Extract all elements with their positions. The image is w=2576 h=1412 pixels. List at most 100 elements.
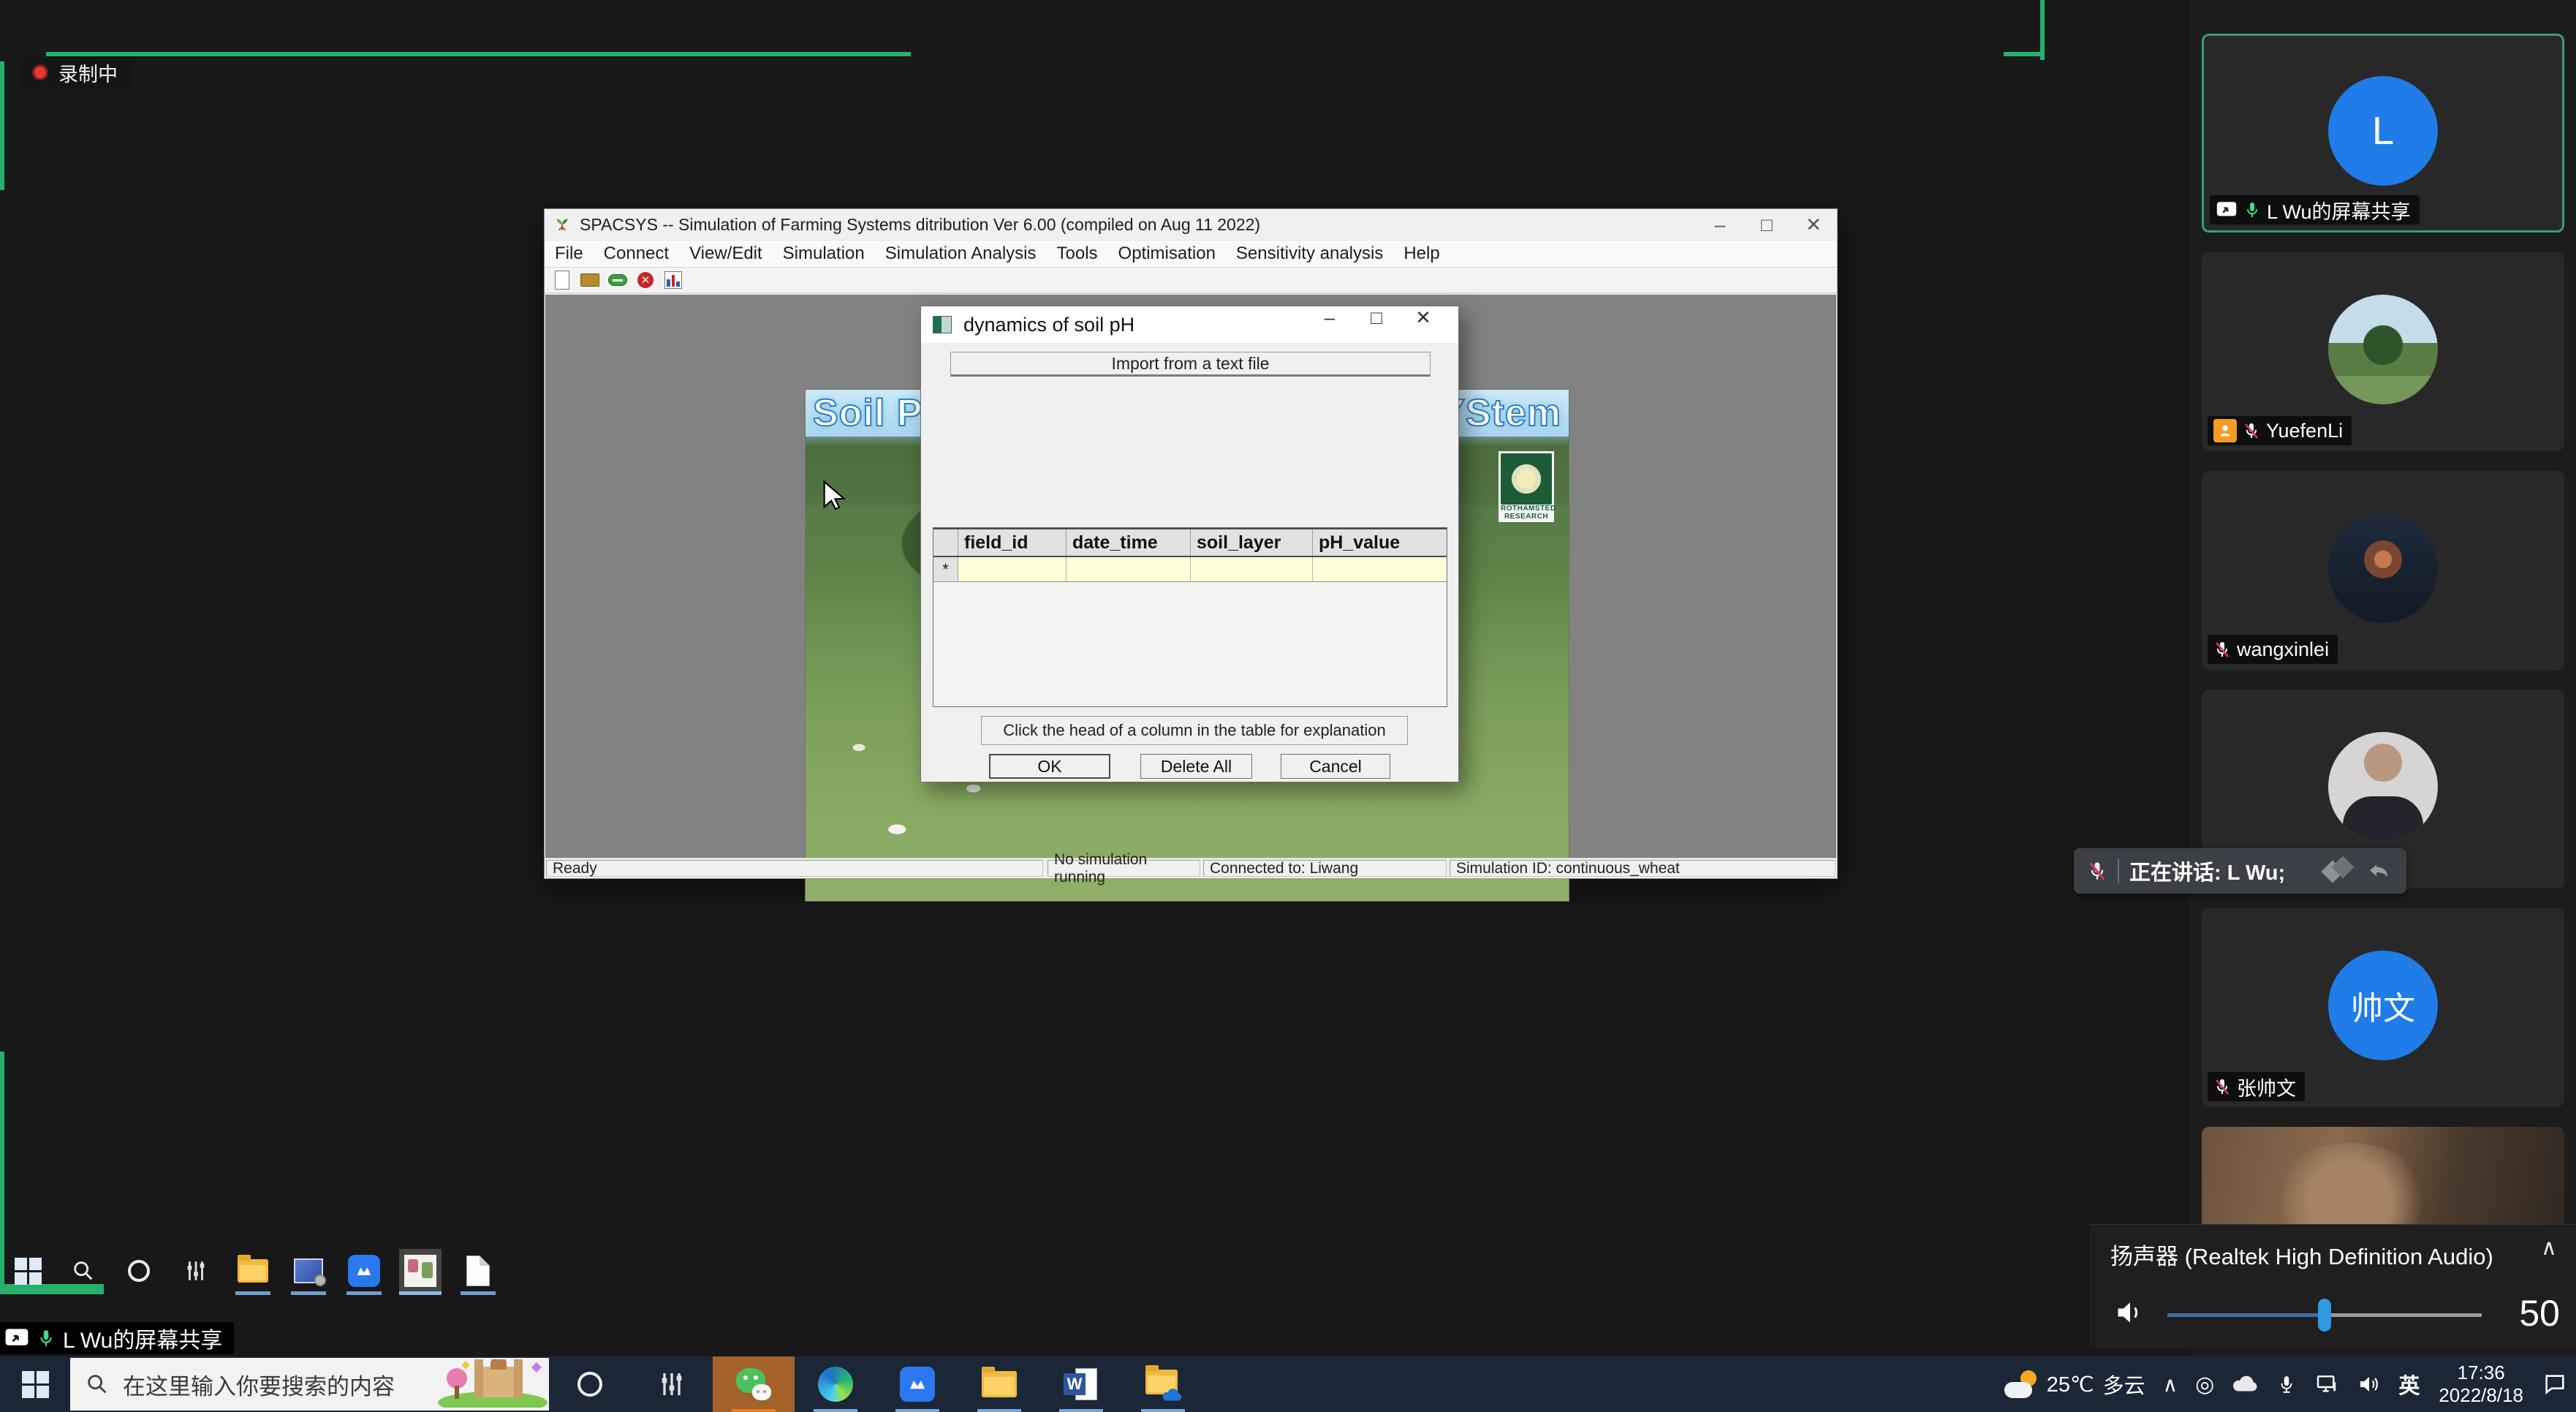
word-icon: W: [1064, 1367, 1099, 1402]
running-indicator: [235, 1291, 270, 1295]
tray-network-icon[interactable]: [2305, 1356, 2349, 1412]
dialog-minimize-button[interactable]: –: [1306, 306, 1353, 343]
taskbar-edge[interactable]: [795, 1356, 876, 1412]
participant-tile-zhangshuaiwen[interactable]: 帅文 张帅文: [2202, 908, 2564, 1107]
mini-task-view-icon[interactable]: [180, 1255, 212, 1287]
speaking-text: 正在讲话: L Wu;: [2129, 856, 2285, 886]
taskbar-file-explorer[interactable]: [958, 1356, 1040, 1412]
taskbar-word[interactable]: W: [1040, 1356, 1122, 1412]
mini-file-explorer-icon[interactable]: [237, 1255, 269, 1287]
windows-logo-icon: [22, 1371, 49, 1398]
volume-slider[interactable]: [2167, 1313, 2482, 1317]
taskbar-meeting[interactable]: [876, 1356, 958, 1412]
mini-system-icon[interactable]: [292, 1255, 325, 1287]
mini-document-icon[interactable]: [462, 1255, 494, 1287]
column-header-ph-value[interactable]: pH_value: [1313, 529, 1447, 556]
spacsys-titlebar[interactable]: SPACSYS -- Simulation of Farming Systems…: [545, 209, 1837, 240]
dialog-titlebar[interactable]: dynamics of soil pH – □ ✕: [921, 306, 1458, 343]
tray-chevron-up[interactable]: ∧: [2154, 1356, 2187, 1412]
taskbar-clock[interactable]: 17:36 2022/8/18: [2428, 1362, 2534, 1407]
input-language-indicator[interactable]: 英: [2390, 1356, 2428, 1412]
running-indicator: [461, 1291, 496, 1295]
participant-label: 张帅文: [2208, 1072, 2305, 1101]
column-header-soil-layer[interactable]: soil_layer: [1191, 529, 1313, 556]
cancel-button[interactable]: Cancel: [1281, 754, 1390, 779]
weather-widget[interactable]: 25℃ 多云: [1996, 1356, 2154, 1412]
taskbar-wechat[interactable]: [713, 1356, 795, 1412]
new-file-icon[interactable]: [552, 270, 572, 290]
recording-label: 录制中: [58, 58, 118, 87]
menu-sensitivity-analysis[interactable]: Sensitivity analysis: [1226, 243, 1393, 264]
ok-button[interactable]: OK: [989, 754, 1110, 779]
mini-active-app-icon[interactable]: [399, 1249, 442, 1293]
participants-panel: L L Wu的屏幕共享 YuefenLi wangxinlei 帅文: [2190, 0, 2576, 1412]
stop-icon[interactable]: ✕: [635, 270, 656, 290]
mic-muted-icon: [2213, 1076, 2231, 1097]
search-box-illustration: [438, 1359, 548, 1408]
menu-simulation-analysis[interactable]: Simulation Analysis: [875, 243, 1047, 264]
maximize-button[interactable]: □: [1743, 209, 1790, 240]
action-center-icon[interactable]: [2534, 1356, 2576, 1412]
tray-mic-icon[interactable]: [2268, 1356, 2305, 1412]
participant-tile-wangxinlei[interactable]: wangxinlei: [2202, 471, 2564, 670]
tray-onedrive-icon[interactable]: [2223, 1356, 2268, 1412]
mini-start-button[interactable]: [12, 1255, 44, 1287]
column-header-date-time[interactable]: date_time: [1067, 529, 1191, 556]
mini-meeting-icon[interactable]: [348, 1255, 380, 1287]
chart-icon[interactable]: [663, 270, 683, 290]
mini-cortana-icon[interactable]: [123, 1255, 155, 1287]
minimize-button[interactable]: –: [1697, 209, 1743, 240]
tray-cortana-icon[interactable]: ◎: [2186, 1356, 2223, 1412]
app-window-icon[interactable]: [2325, 858, 2354, 884]
participant-tile-lwu-share[interactable]: L L Wu的屏幕共享: [2202, 34, 2564, 233]
running-indicator: [977, 1409, 1021, 1412]
speaking-indicator-bar: 正在讲话: L Wu;: [2074, 848, 2406, 894]
mini-search-icon[interactable]: [67, 1255, 99, 1287]
task-view-icon: [657, 1370, 686, 1399]
row-selector[interactable]: *: [933, 557, 958, 581]
column-header-field-id[interactable]: field_id: [958, 529, 1067, 556]
avatar-photo: [2328, 513, 2438, 623]
chevron-up-icon[interactable]: ∧: [2541, 1235, 2557, 1261]
menu-simulation[interactable]: Simulation: [773, 243, 875, 264]
menu-view-edit[interactable]: View/Edit: [679, 243, 773, 264]
taskbar-onedrive-folder[interactable]: [1122, 1356, 1204, 1412]
search-icon: [85, 1372, 110, 1397]
menu-tools[interactable]: Tools: [1047, 243, 1108, 264]
task-view-button[interactable]: [631, 1356, 713, 1412]
wechat-icon: [736, 1368, 771, 1400]
menu-file[interactable]: File: [545, 243, 594, 264]
cell-ph-value[interactable]: [1313, 557, 1447, 581]
menu-connect[interactable]: Connect: [594, 243, 679, 264]
weather-icon: [2004, 1370, 2038, 1398]
dialog-maximize-button[interactable]: □: [1353, 306, 1400, 343]
participant-tile-yuefenli[interactable]: YuefenLi: [2202, 252, 2564, 451]
close-button[interactable]: ✕: [1790, 209, 1837, 240]
cortana-button[interactable]: [549, 1356, 631, 1412]
volume-slider-thumb[interactable]: [2318, 1299, 2331, 1332]
import-text-file-button[interactable]: Import from a text file: [950, 352, 1431, 377]
audio-device-label[interactable]: 扬声器 (Realtek High Definition Audio): [2110, 1238, 2493, 1271]
cell-soil-layer[interactable]: [1191, 557, 1313, 581]
volume-flyout: 扬声器 (Realtek High Definition Audio) ∧ 50: [2090, 1224, 2576, 1348]
recording-dot-icon: [32, 64, 48, 80]
mic-muted-icon: [2243, 420, 2260, 441]
cell-date-time[interactable]: [1067, 557, 1191, 581]
dialog-close-button[interactable]: ✕: [1400, 306, 1447, 343]
speaker-icon[interactable]: [2112, 1296, 2148, 1329]
edge-icon: [818, 1367, 853, 1402]
search-box[interactable]: 在这里输入你要搜索的内容: [70, 1358, 549, 1411]
open-file-icon[interactable]: [580, 270, 600, 290]
mic-muted-icon[interactable]: [2087, 859, 2107, 883]
tray-speaker-icon[interactable]: [2349, 1356, 2390, 1412]
delete-all-button[interactable]: Delete All: [1140, 754, 1252, 779]
start-button[interactable]: [0, 1356, 70, 1412]
cell-field-id[interactable]: [958, 557, 1067, 581]
file-explorer-icon: [982, 1371, 1017, 1397]
weather-temp: 25℃: [2047, 1372, 2094, 1397]
menu-optimisation[interactable]: Optimisation: [1108, 243, 1226, 264]
reply-arrow-icon[interactable]: [2364, 858, 2393, 883]
running-indicator: [291, 1291, 326, 1295]
run-icon[interactable]: [607, 270, 628, 290]
menu-help[interactable]: Help: [1393, 243, 1450, 264]
